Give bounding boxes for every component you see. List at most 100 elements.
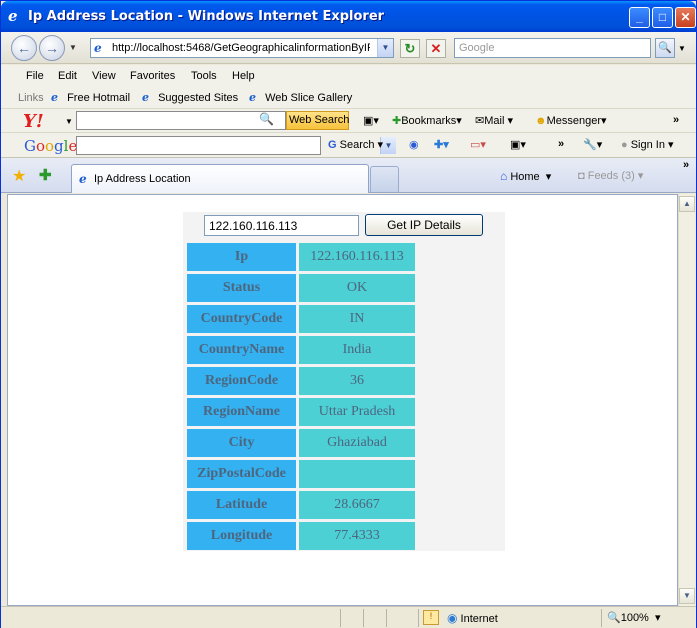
table-row: CountryName India — [187, 336, 415, 364]
sign-in-label: Sign In — [630, 139, 665, 151]
recent-pages-dropdown[interactable]: ▼ — [69, 43, 77, 52]
field-value-cell: 122.160.116.113 — [299, 243, 415, 271]
bookmarks-button[interactable]: ✚Bookmarks▾ — [392, 114, 462, 127]
menu-favorites[interactable]: Favorites — [130, 70, 175, 82]
search-icon[interactable]: 🔍 — [259, 112, 274, 126]
zoom-level: 100% — [620, 612, 649, 624]
feeds-label: Feeds (3) — [587, 170, 635, 182]
field-value-cell: 28.6667 — [299, 491, 415, 519]
messenger-label: Messenger — [546, 115, 601, 127]
field-value-cell: Uttar Pradesh — [299, 398, 415, 426]
yahoo-menu-dropdown[interactable]: ▼ — [65, 117, 73, 126]
back-button[interactable]: ← — [11, 35, 37, 61]
ie-icon: e — [8, 7, 18, 25]
table-row: City Ghaziabad — [187, 429, 415, 457]
minimize-button[interactable]: _ — [629, 7, 650, 28]
scroll-up-button[interactable]: ▲ — [679, 196, 695, 212]
favorites-star-icon[interactable]: ★ — [12, 166, 26, 186]
address-bar[interactable]: e http://localhost:5468/GetGeographicali… — [90, 38, 394, 58]
yahoo-logo[interactable]: Y! — [23, 111, 44, 132]
status-divider — [418, 609, 419, 627]
yahoo-tool-icon[interactable]: ▣▾ — [363, 114, 379, 127]
pagerank-icon[interactable]: ▭▾ — [470, 138, 486, 151]
scroll-down-button[interactable]: ▼ — [679, 588, 695, 604]
mail-label: Mail — [484, 115, 505, 127]
add-favorite-icon[interactable]: ✚ — [39, 166, 52, 184]
maximize-button[interactable]: □ — [652, 7, 673, 28]
stop-button[interactable]: ✕ — [426, 39, 446, 58]
field-name-cell: Ip — [187, 243, 296, 271]
table-row: Latitude 28.6667 — [187, 491, 415, 519]
search-input[interactable]: Google — [454, 38, 651, 58]
page-viewport: Get IP Details Ip122.160.116.113 StatusOK… — [7, 194, 678, 606]
field-name-cell: RegionName — [187, 398, 296, 426]
web-search-button[interactable]: Web Search — [286, 111, 349, 130]
address-dropdown[interactable]: ▼ — [377, 39, 393, 57]
search-icon[interactable]: 🔍 — [655, 38, 675, 58]
new-tab-button[interactable] — [370, 166, 399, 192]
google-search-input[interactable]: ▼ — [76, 136, 396, 155]
home-icon: ⌂ — [500, 169, 508, 183]
close-button[interactable]: ✕ — [675, 7, 696, 28]
links-label: Links — [18, 92, 44, 104]
plus-icon[interactable]: ✚▾ — [434, 138, 449, 151]
forward-button[interactable]: → — [39, 35, 65, 61]
zoom-control[interactable]: 🔍100% ▾ — [607, 611, 660, 624]
yahoo-search-input[interactable] — [76, 111, 286, 130]
home-button[interactable]: ⌂ Home ▾ — [500, 169, 551, 183]
status-divider — [363, 609, 364, 627]
field-name-cell: RegionCode — [187, 367, 296, 395]
table-row: Ip 122.160.116.113 — [187, 243, 415, 271]
sign-in-button[interactable]: ● Sign In ▾ — [621, 138, 674, 151]
get-ip-details-button[interactable]: Get IP Details — [365, 214, 483, 236]
more-chevron-icon[interactable]: » — [558, 138, 564, 150]
mail-icon: ✉ — [475, 115, 485, 127]
refresh-button[interactable]: ↻ — [400, 39, 420, 58]
ie-icon: e — [79, 172, 87, 186]
bookmarks-label: Bookmarks — [401, 115, 457, 127]
tab-ip-address-location[interactable]: e Ip Address Location — [71, 164, 369, 193]
link-suggested-sites[interactable]: e Suggested Sites — [142, 91, 238, 104]
field-value-cell: IN — [299, 305, 415, 333]
google-logo[interactable]: Google — [24, 137, 77, 155]
field-name-cell: CountryCode — [187, 305, 296, 333]
table-row: ZipPostalCode — [187, 460, 415, 488]
field-name-cell: City — [187, 429, 296, 457]
table-row: CountryCode IN — [187, 305, 415, 333]
menu-view[interactable]: View — [92, 70, 116, 82]
search-options-dropdown[interactable]: ▼ — [678, 44, 686, 53]
zone-label: Internet — [460, 613, 498, 625]
link-label: Free Hotmail — [67, 92, 131, 104]
table-row: RegionCode 36 — [187, 367, 415, 395]
menu-file[interactable]: File — [26, 70, 44, 82]
ip-address-input[interactable] — [204, 215, 359, 236]
wrench-icon[interactable]: 🔧▾ — [583, 138, 602, 151]
globe-icon[interactable]: ◉ — [409, 138, 419, 151]
window-title: Ip Address Location - Windows Internet E… — [28, 9, 385, 24]
field-name-cell: Latitude — [187, 491, 296, 519]
messenger-button[interactable]: ☻Messenger▾ — [535, 114, 607, 127]
more-chevron-icon[interactable]: » — [673, 114, 679, 126]
address-url[interactable]: http://localhost:5468/GetGeographicalinf… — [112, 42, 370, 54]
link-free-hotmail[interactable]: e Free Hotmail — [51, 91, 130, 104]
ie-icon: e — [142, 91, 149, 104]
status-divider — [386, 609, 387, 627]
menu-edit[interactable]: Edit — [58, 70, 77, 82]
more-chevron-icon[interactable]: » — [683, 159, 689, 171]
feeds-button[interactable]: ◘ Feeds (3) ▾ — [578, 169, 643, 182]
browser-window: e Ip Address Location - Windows Internet… — [0, 0, 697, 628]
menu-tools[interactable]: Tools — [191, 70, 217, 82]
status-bar: ! ◉ Internet 🔍100% ▾ — [1, 606, 696, 628]
google-search-button[interactable]: G Search ▾ — [328, 138, 383, 151]
vertical-scrollbar[interactable]: ▲ ▼ — [678, 194, 695, 606]
mail-button[interactable]: ✉Mail ▾ — [475, 114, 513, 127]
menu-help[interactable]: Help — [232, 70, 255, 82]
protected-mode-icon[interactable]: ! — [423, 610, 439, 625]
title-bar[interactable]: e Ip Address Location - Windows Internet… — [1, 1, 696, 32]
ip-lookup-panel: Get IP Details Ip122.160.116.113 StatusOK… — [183, 212, 505, 551]
table-row: Status OK — [187, 274, 415, 302]
ie-icon: e — [51, 91, 58, 104]
popup-blocker-icon[interactable]: ▣▾ — [510, 138, 526, 151]
link-web-slice-gallery[interactable]: e Web Slice Gallery — [249, 91, 352, 104]
security-zone[interactable]: ◉ Internet — [447, 611, 498, 625]
